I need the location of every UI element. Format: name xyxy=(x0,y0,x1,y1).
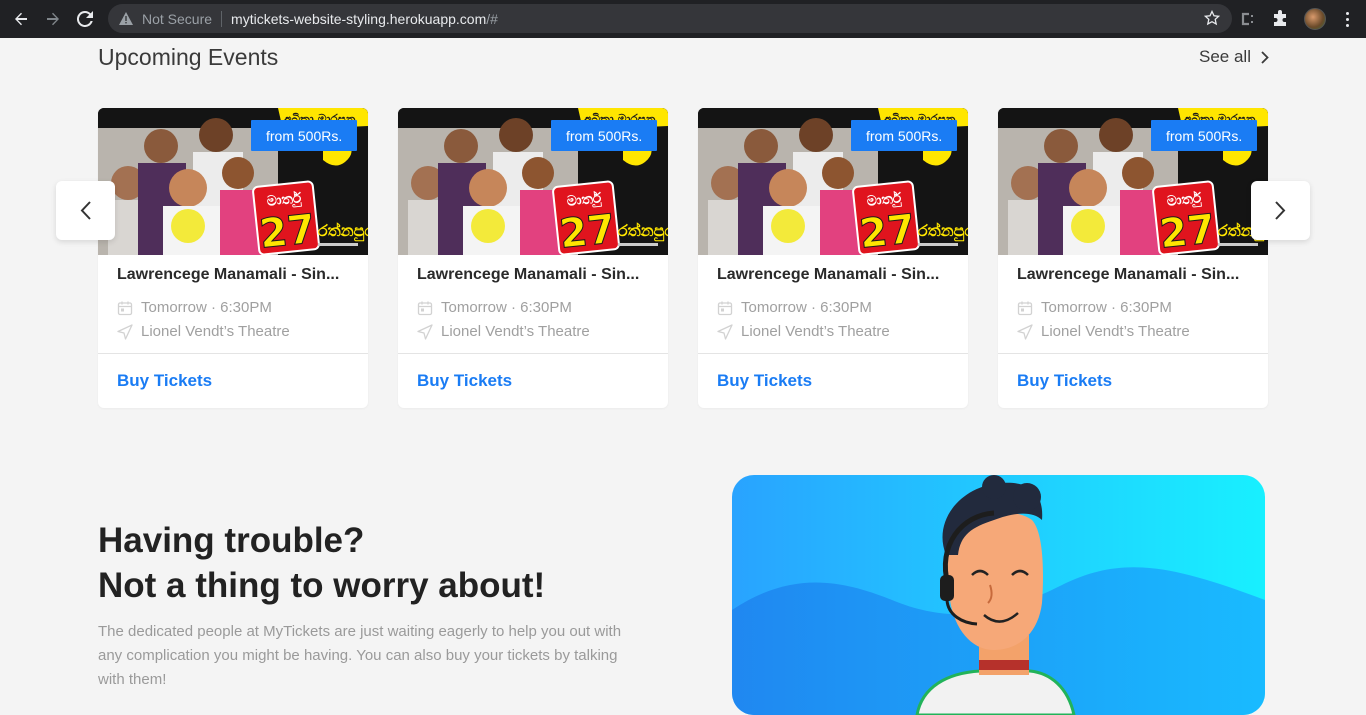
event-venue: Lionel Vendt’s Theatre xyxy=(1041,323,1190,340)
reload-icon xyxy=(77,11,93,27)
event-date: Tomorrow · 6:30PM xyxy=(741,299,872,316)
event-card[interactable]: අබිකා මාරපන මාර්තු 27 රත්නපුර from 500Rs… xyxy=(398,108,668,408)
extension-c-icon[interactable] xyxy=(1236,9,1256,29)
event-title[interactable]: Lawrencege Manamali - Sin... xyxy=(717,266,939,284)
see-all-link[interactable]: See all xyxy=(1199,47,1269,67)
event-date: Tomorrow · 6:30PM xyxy=(141,299,272,316)
event-venue-row: Lionel Vendt’s Theatre xyxy=(717,323,890,340)
price-badge: from 500Rs. xyxy=(1151,120,1258,151)
price-badge: from 500Rs. xyxy=(851,120,958,151)
event-date-row: Tomorrow · 6:30PM xyxy=(417,299,572,316)
chevron-right-icon xyxy=(1261,50,1269,64)
chevron-right-icon xyxy=(1275,201,1286,220)
event-title[interactable]: Lawrencege Manamali - Sin... xyxy=(417,266,639,284)
help-heading-line1: Having trouble? xyxy=(98,521,365,560)
event-card[interactable]: අබිකා මාරපන මාර්තු 27 රත්නපුර from 500Rs… xyxy=(698,108,968,408)
forward-button[interactable] xyxy=(37,3,69,35)
back-button[interactable] xyxy=(5,3,37,35)
svg-text:27: 27 xyxy=(857,206,917,255)
location-arrow-icon xyxy=(717,323,733,340)
browser-actions xyxy=(1236,0,1354,38)
arrow-right-icon xyxy=(47,12,59,26)
card-divider xyxy=(998,353,1268,354)
calendar-icon xyxy=(717,301,733,315)
event-title[interactable]: Lawrencege Manamali - Sin... xyxy=(117,266,339,284)
event-venue: Lionel Vendt’s Theatre xyxy=(441,323,590,340)
event-date: Tomorrow · 6:30PM xyxy=(441,299,572,316)
event-venue-row: Lionel Vendt’s Theatre xyxy=(117,323,290,340)
profile-avatar[interactable] xyxy=(1304,8,1326,30)
menu-icon[interactable] xyxy=(1340,9,1354,29)
address-bar[interactable]: Not Secure mytickets-website-styling.her… xyxy=(108,4,1232,33)
svg-text:27: 27 xyxy=(257,206,317,255)
help-heading-line2: Not a thing to worry about! xyxy=(98,566,546,605)
price-badge: from 500Rs. xyxy=(251,120,358,151)
arrow-left-icon xyxy=(15,12,27,26)
event-card[interactable]: අබිකා මාරපන මාර්තු 27 රත්නපුර from 500Rs… xyxy=(998,108,1268,408)
event-date-row: Tomorrow · 6:30PM xyxy=(717,299,872,316)
card-divider xyxy=(398,353,668,354)
svg-text:රත්නපුර: රත්නපුර xyxy=(918,221,968,242)
reload-button[interactable] xyxy=(69,3,101,35)
event-venue: Lionel Vendt’s Theatre xyxy=(141,323,290,340)
svg-text:27: 27 xyxy=(557,206,617,255)
help-description: The dedicated people at MyTickets are ju… xyxy=(98,623,622,688)
calendar-icon xyxy=(117,301,133,315)
price-badge: from 500Rs. xyxy=(551,120,658,151)
location-arrow-icon xyxy=(117,323,133,340)
browser-toolbar: Not Secure mytickets-website-styling.her… xyxy=(0,0,1366,38)
help-heading: Having trouble? Not a thing to worry abo… xyxy=(98,518,545,608)
event-venue-row: Lionel Vendt’s Theatre xyxy=(1017,323,1190,340)
warning-icon[interactable] xyxy=(118,11,134,27)
card-divider xyxy=(698,353,968,354)
svg-text:27: 27 xyxy=(1157,206,1217,255)
event-date: Tomorrow · 6:30PM xyxy=(1041,299,1172,316)
section-title: Upcoming Events xyxy=(98,44,279,70)
url-path: /# xyxy=(486,10,498,27)
buy-tickets-link[interactable]: Buy Tickets xyxy=(717,371,812,391)
svg-text:රත්නපුර: රත්නපුර xyxy=(318,221,368,242)
puzzle-icon[interactable] xyxy=(1270,9,1290,29)
calendar-icon xyxy=(1017,301,1033,315)
support-illustration xyxy=(732,475,1265,715)
location-arrow-icon xyxy=(417,323,433,340)
event-date-row: Tomorrow · 6:30PM xyxy=(1017,299,1172,316)
buy-tickets-link[interactable]: Buy Tickets xyxy=(117,371,212,391)
buy-tickets-link[interactable]: Buy Tickets xyxy=(1017,371,1112,391)
event-date-row: Tomorrow · 6:30PM xyxy=(117,299,272,316)
security-status[interactable]: Not Secure xyxy=(142,11,212,27)
see-all-label: See all xyxy=(1199,47,1251,66)
event-venue: Lionel Vendt’s Theatre xyxy=(741,323,890,340)
star-icon[interactable] xyxy=(1203,9,1221,26)
carousel-prev-button[interactable] xyxy=(56,181,115,240)
url-host: mytickets-website-styling.herokuapp.com xyxy=(231,10,487,27)
calendar-icon xyxy=(417,301,433,315)
chevron-left-icon xyxy=(80,201,91,220)
address-separator xyxy=(221,10,223,27)
carousel-next-button[interactable] xyxy=(1251,181,1310,240)
event-card[interactable]: අබිකා මාරපන මාර්තු 27 රත්නපුර from 500Rs… xyxy=(98,108,368,408)
event-title[interactable]: Lawrencege Manamali - Sin... xyxy=(1017,266,1239,284)
location-arrow-icon xyxy=(1017,323,1033,340)
card-divider xyxy=(98,353,368,354)
buy-tickets-link[interactable]: Buy Tickets xyxy=(417,371,512,391)
svg-text:රත්නපුර: රත්නපුර xyxy=(618,221,668,242)
event-venue-row: Lionel Vendt’s Theatre xyxy=(417,323,590,340)
